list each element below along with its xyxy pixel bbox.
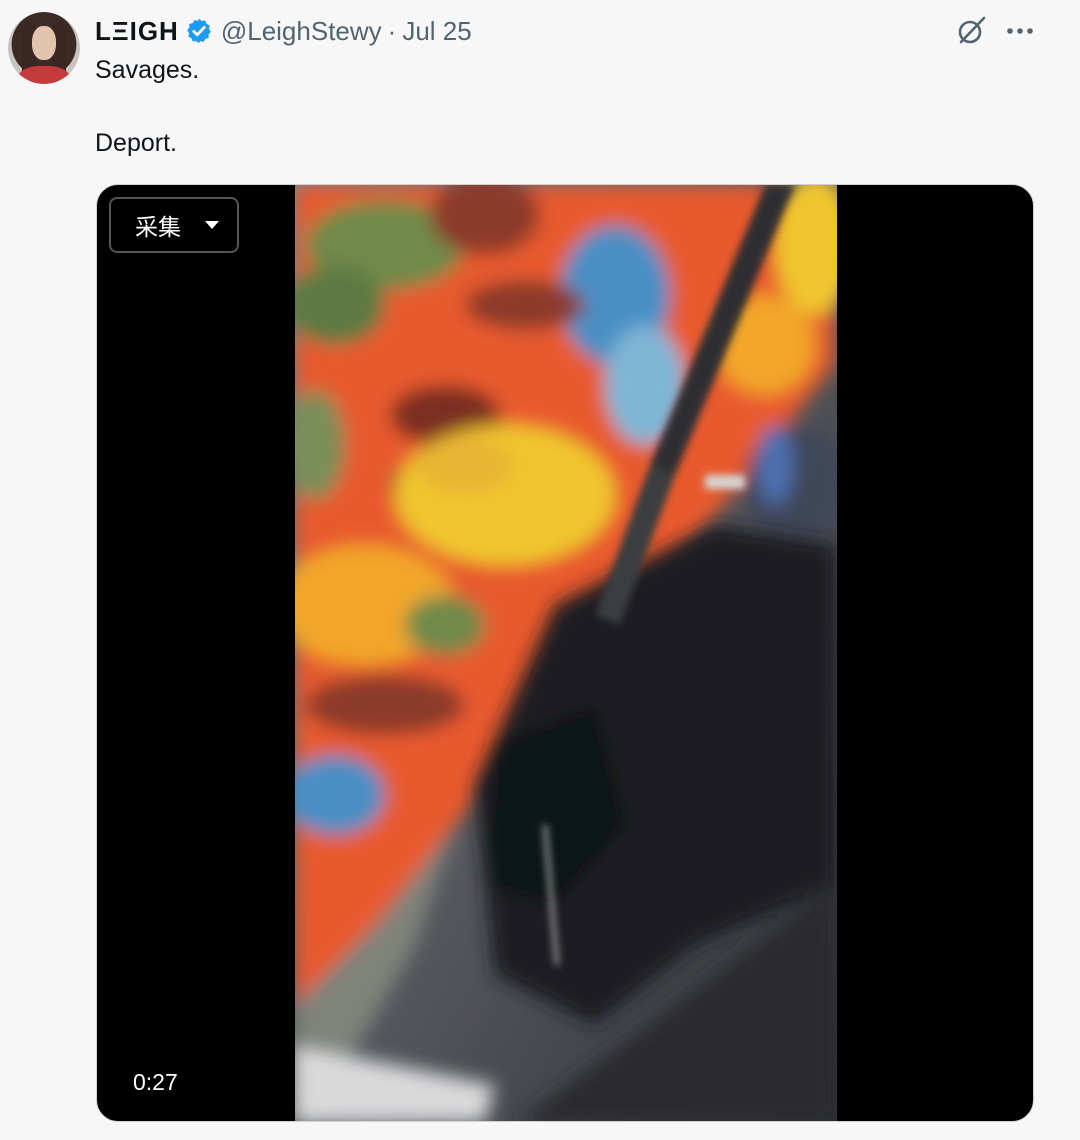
video-frame[interactable] xyxy=(295,185,837,1122)
caret-down-icon xyxy=(205,221,219,229)
tweet-text-line: Savages. xyxy=(95,56,200,84)
avatar-shirt xyxy=(18,66,70,84)
handle[interactable]: @LeighStewy xyxy=(221,16,382,47)
verified-badge-icon xyxy=(187,18,211,44)
tweet-text-line: Deport. xyxy=(95,129,177,157)
tweet-date[interactable]: Jul 25 xyxy=(402,16,471,47)
video-duration: 0:27 xyxy=(133,1069,178,1095)
avatar[interactable] xyxy=(8,12,80,84)
video-player[interactable]: 采集 0:27 xyxy=(96,184,1034,1122)
more-icon[interactable] xyxy=(1002,14,1038,48)
collect-button-label: 采集 xyxy=(135,215,181,241)
grok-icon[interactable] xyxy=(954,14,988,48)
avatar-face xyxy=(32,26,56,60)
tweet-header: LΞIGH @LeighStewy · Jul 25 xyxy=(95,14,472,48)
collect-dropdown-button[interactable]: 采集 xyxy=(109,197,239,253)
display-name[interactable]: LΞIGH xyxy=(95,16,179,47)
separator-dot: · xyxy=(387,15,397,46)
tweet: LΞIGH @LeighStewy · Jul 25 Savages. Depo… xyxy=(0,0,1080,1140)
